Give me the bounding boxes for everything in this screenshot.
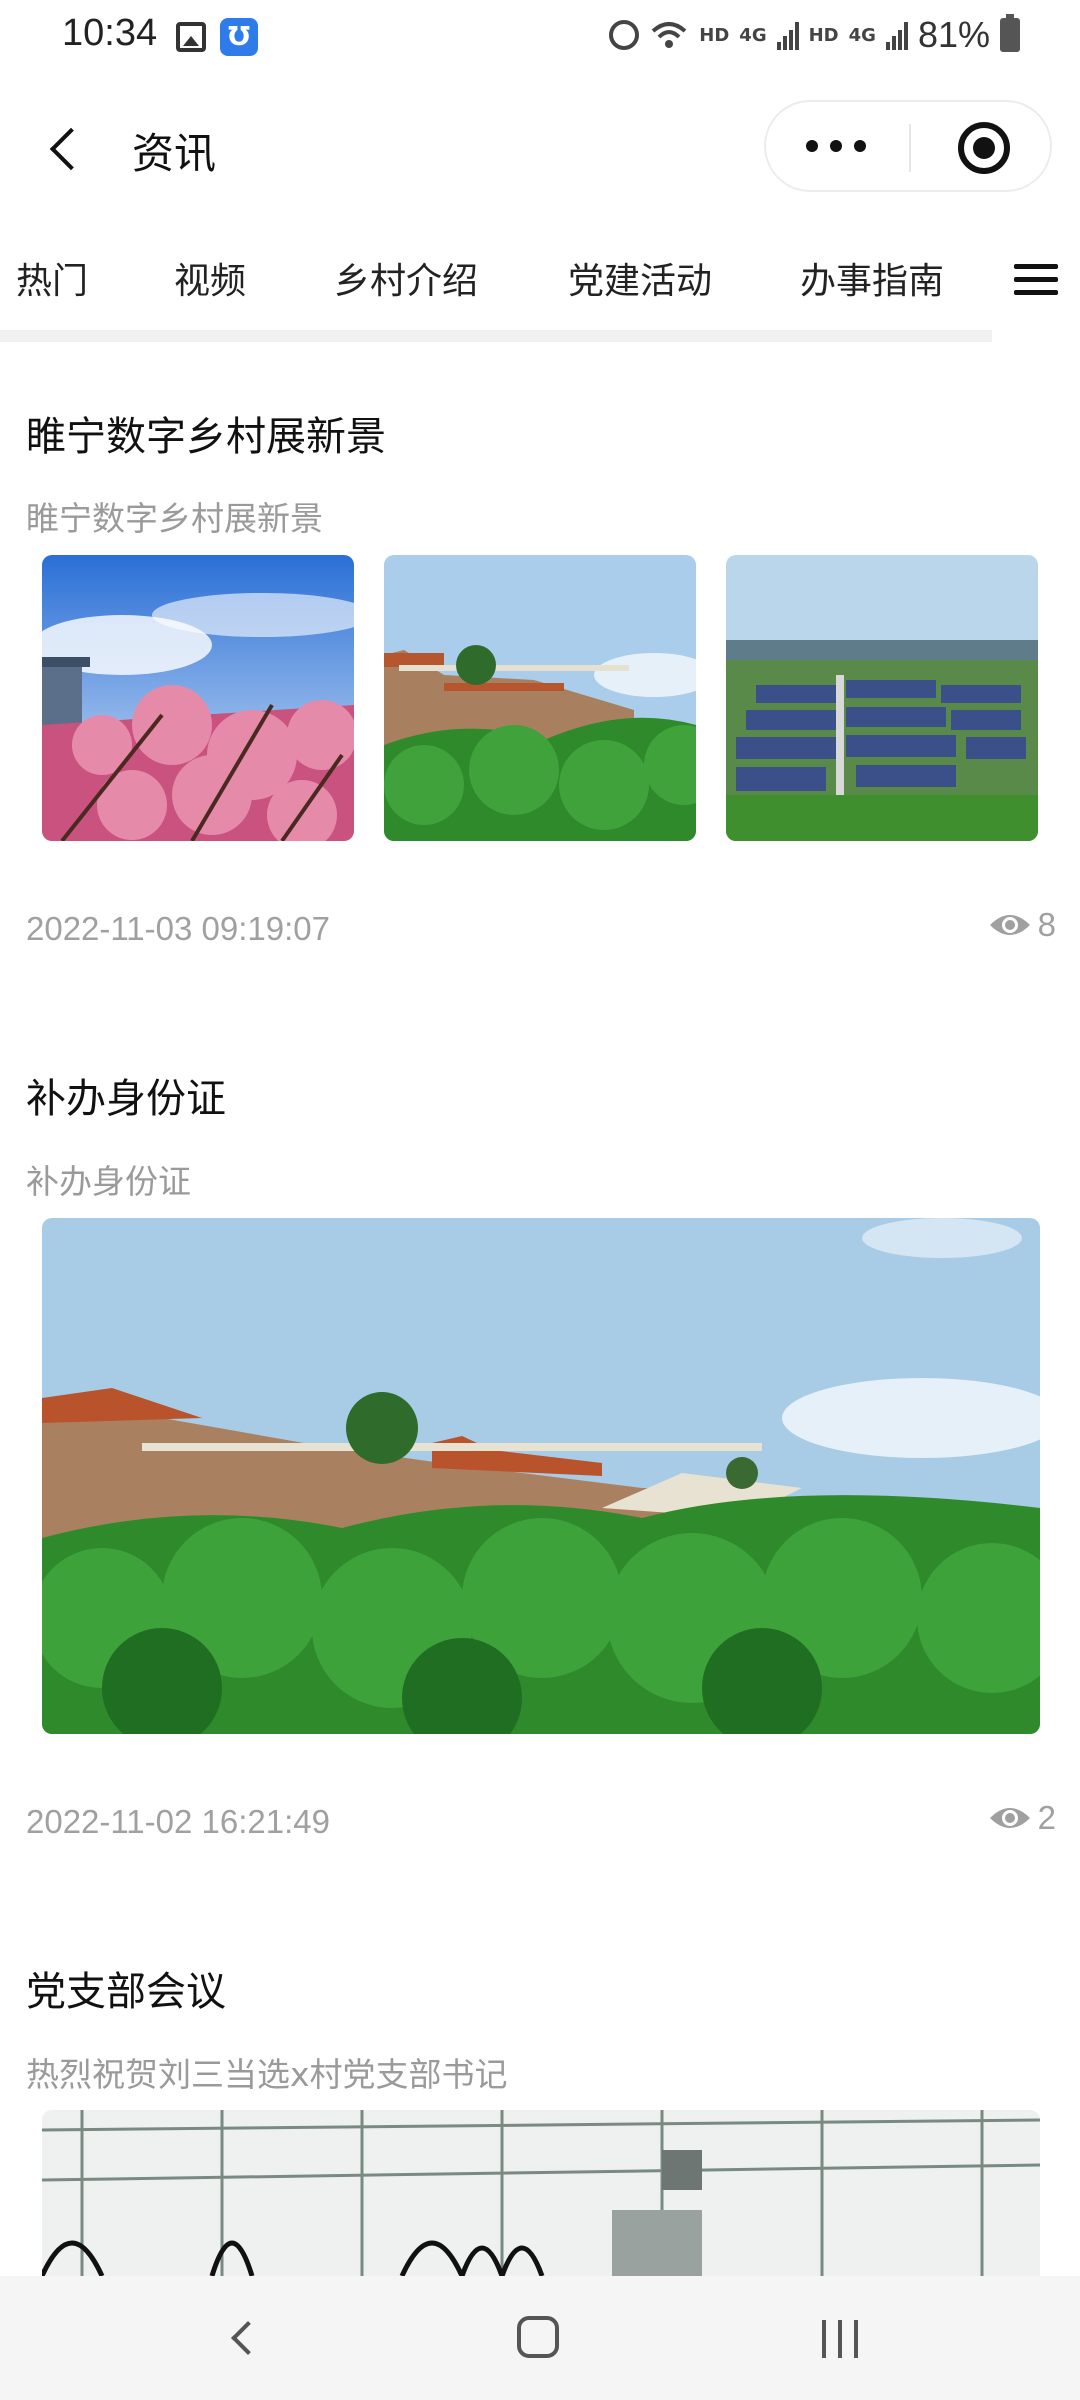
- mini-program-capsule: [764, 100, 1052, 192]
- status-time: 10:34: [62, 12, 158, 54]
- article-image[interactable]: [726, 555, 1038, 841]
- nav-back-icon[interactable]: [224, 2320, 260, 2356]
- more-icon[interactable]: [806, 134, 870, 158]
- view-count-value: 2: [1037, 1799, 1056, 1836]
- article-title[interactable]: 睢宁数字乡村展新景: [26, 404, 386, 462]
- wifi-icon: [651, 22, 687, 48]
- status-indicators: HD 4G HD 4G 81%: [609, 14, 1020, 56]
- article-summary: 睢宁数字乡村展新景: [26, 499, 323, 538]
- article-image[interactable]: [384, 555, 696, 841]
- tab-video[interactable]: 视频: [174, 252, 246, 304]
- status-bar: 10:34 Ʊ HD 4G HD 4G 81%: [0, 0, 1080, 76]
- tab-hot[interactable]: 热门: [16, 252, 88, 304]
- article-date: 2022-11-03 09:19:07: [26, 910, 330, 947]
- tab-village-intro[interactable]: 乡村介绍: [334, 252, 478, 304]
- nav-recents-icon[interactable]: [822, 2320, 862, 2358]
- signal-icon-1: [776, 20, 799, 50]
- article-image[interactable]: [42, 1218, 1040, 1734]
- battery-percent: 81%: [917, 14, 990, 55]
- title-bar: 资讯: [0, 96, 1080, 200]
- back-icon[interactable]: [30, 114, 100, 184]
- alarm-icon: [609, 20, 640, 50]
- menu-icon[interactable]: [1014, 260, 1058, 300]
- eye-icon: [989, 915, 1030, 935]
- article-title[interactable]: 补办身份证: [26, 1066, 226, 1124]
- battery-icon: [1000, 14, 1020, 52]
- hd-label-1: HD: [699, 24, 730, 46]
- signal-icon-2: [885, 20, 908, 50]
- tab-party-activities[interactable]: 党建活动: [568, 252, 712, 304]
- network-label-1: 4G: [739, 24, 767, 46]
- view-count-value: 8: [1037, 906, 1056, 943]
- tab-service-guide[interactable]: 办事指南: [800, 252, 944, 304]
- tab-divider: [0, 330, 992, 342]
- view-count: 8: [988, 906, 1056, 944]
- target-icon[interactable]: [958, 122, 1010, 174]
- article-image[interactable]: [42, 2110, 1040, 2276]
- hd-label-2: HD: [808, 24, 839, 46]
- article-summary: 补办身份证: [26, 1162, 191, 1201]
- article-summary: 热烈祝贺刘三当选x村党支部书记: [26, 2055, 508, 2094]
- nav-home-icon[interactable]: [517, 2316, 559, 2358]
- app-notification-icon: Ʊ: [220, 18, 258, 56]
- network-label-2: 4G: [848, 24, 876, 46]
- gallery-notification-icon: [176, 22, 206, 52]
- system-nav-bar: [0, 2276, 1080, 2400]
- article-title[interactable]: 党支部会议: [26, 1959, 226, 2017]
- view-count: 2: [988, 1799, 1056, 1837]
- article-image[interactable]: [42, 555, 354, 841]
- capsule-divider: [909, 124, 911, 172]
- category-tabs: 热门 视频 乡村介绍 党建活动 办事指南: [0, 240, 1080, 320]
- eye-icon: [989, 1808, 1030, 1828]
- article-date: 2022-11-02 16:21:49: [26, 1803, 330, 1840]
- page-title: 资讯: [132, 129, 217, 178]
